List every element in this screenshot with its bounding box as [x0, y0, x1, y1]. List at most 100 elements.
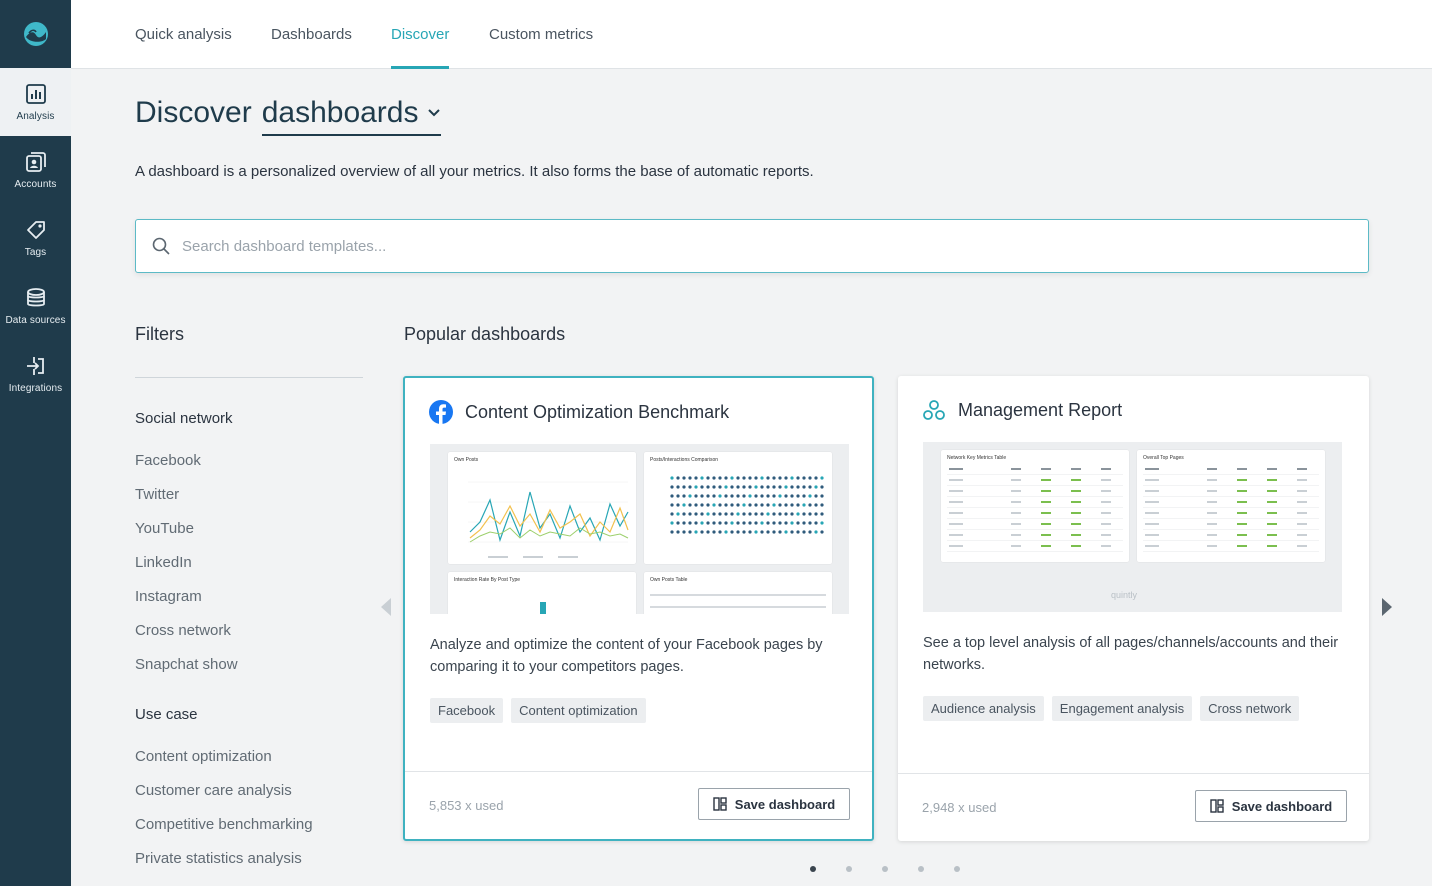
filter-twitter[interactable]: Twitter	[135, 486, 179, 503]
filter-customer-care-analysis[interactable]: Customer care analysis	[135, 782, 292, 799]
search-input[interactable]	[182, 237, 1332, 255]
sidebar-item-label: Analysis	[16, 110, 55, 122]
sidebar: Analysis Accounts Tags Data sources Inte…	[0, 0, 71, 886]
page-subtitle: A dashboard is a personalized overview o…	[135, 163, 814, 180]
filter-private-statistics-analysis[interactable]: Private statistics analysis	[135, 850, 302, 867]
integrations-icon	[26, 356, 44, 375]
card-description: See a top level analysis of all pages/ch…	[923, 635, 1339, 673]
sidebar-item-accounts[interactable]: Accounts	[0, 136, 71, 204]
dashboard-layout-icon	[1210, 799, 1224, 813]
tag-badge[interactable]: Content optimization	[511, 698, 646, 723]
tag-badge[interactable]: Facebook	[430, 698, 504, 723]
filter-facebook[interactable]: Facebook	[135, 452, 201, 469]
sidebar-item-label: Data sources	[5, 314, 66, 326]
preview-widget-title: Own Posts	[454, 457, 479, 463]
card-title: Management Report	[958, 399, 1123, 420]
preview-widget: Network Key Metrics Table	[941, 450, 1129, 562]
line-chart-thumbnail	[468, 481, 629, 558]
dashboard-card[interactable]: Management Report Network Key Metrics Ta…	[898, 376, 1369, 841]
preview-widget: Overall Top Pages	[1137, 450, 1325, 562]
usage-count: 5,853 x used	[429, 798, 504, 813]
tab-discover[interactable]: Discover	[391, 0, 450, 69]
top-nav: Quick analysis Dashboards Discover Custo…	[71, 0, 1432, 69]
search-icon	[152, 237, 170, 255]
preview-widget: Own Posts	[448, 452, 636, 564]
preview-widget: Own Posts Table	[644, 572, 832, 614]
save-button-label: Save dashboard	[1231, 798, 1333, 814]
sidebar-item-data-sources[interactable]: Data sources	[0, 272, 71, 340]
preview-widget-title: Own Posts Table	[650, 577, 688, 583]
preview-widget-title: Posts/Interactions Comparison	[650, 457, 719, 463]
card-footer: 2,948 x used Save dashboard	[898, 773, 1369, 841]
tab-quick-analysis[interactable]: Quick analysis	[135, 0, 232, 69]
filter-group-use-case: Use case	[135, 706, 198, 723]
card-footer: 5,853 x used Save dashboard	[405, 771, 872, 839]
sidebar-item-label: Tags	[24, 246, 47, 258]
database-icon	[26, 287, 45, 306]
carousel-next-icon[interactable]	[1380, 598, 1392, 616]
accounts-icon	[25, 151, 46, 172]
sidebar-item-label: Accounts	[14, 178, 57, 190]
save-button-label: Save dashboard	[734, 796, 836, 812]
title-dropdown-value: dashboards	[261, 96, 419, 129]
carousel-pagination	[810, 866, 960, 872]
sidebar-item-analysis[interactable]: Analysis	[0, 68, 71, 136]
dashboard-preview: Network Key Metrics Table Overall Top Pa…	[923, 442, 1342, 612]
tag-badge[interactable]: Cross network	[1200, 696, 1300, 721]
card-header: Management Report	[922, 398, 1122, 422]
preview-widget: Posts/Interactions Comparison	[644, 452, 832, 564]
dashboard-card[interactable]: Content Optimization Benchmark Own Posts…	[403, 376, 874, 841]
app-logo[interactable]	[0, 0, 71, 68]
bar-chart-icon	[25, 83, 46, 104]
pagination-dot[interactable]	[918, 866, 924, 872]
filter-youtube[interactable]: YouTube	[135, 520, 194, 537]
card-title: Content Optimization Benchmark	[465, 401, 730, 422]
filters-title: Filters	[135, 324, 184, 344]
page-title: Discover dashboards	[135, 96, 441, 136]
chevron-down-icon	[427, 109, 440, 117]
filter-cross-network[interactable]: Cross network	[135, 622, 231, 639]
pagination-dot[interactable]	[882, 866, 888, 872]
tag-icon	[26, 220, 45, 239]
sidebar-item-tags[interactable]: Tags	[0, 204, 71, 272]
save-dashboard-button[interactable]: Save dashboard	[698, 788, 850, 820]
filter-competitive-benchmarking[interactable]: Competitive benchmarking	[135, 816, 313, 833]
card-tags: Facebook Content optimization	[430, 698, 646, 723]
pagination-dot[interactable]	[810, 866, 816, 872]
card-description: Analyze and optimize the content of your…	[430, 637, 823, 675]
preview-watermark: quintly	[1111, 590, 1138, 600]
tag-badge[interactable]: Engagement analysis	[1051, 696, 1193, 721]
tag-badge[interactable]: Audience analysis	[923, 696, 1044, 721]
pagination-dot[interactable]	[954, 866, 960, 872]
preview-widget-title: Overall Top Pages	[1143, 455, 1184, 461]
filter-instagram[interactable]: Instagram	[135, 588, 202, 605]
tab-custom-metrics[interactable]: Custom metrics	[489, 0, 593, 69]
card-tags: Audience analysis Engagement analysis Cr…	[923, 696, 1300, 721]
popular-dashboards-title: Popular dashboards	[404, 324, 566, 344]
preview-widget-title: Network Key Metrics Table	[947, 455, 1007, 461]
save-dashboard-button[interactable]: Save dashboard	[1195, 790, 1347, 822]
network-icon	[923, 400, 945, 420]
sidebar-item-integrations[interactable]: Integrations	[0, 340, 71, 408]
preview-widget: Interaction Rate By Post Type	[448, 572, 636, 614]
logo-icon	[23, 22, 48, 46]
filter-group-social-network: Social network	[135, 410, 233, 427]
dashboard-layout-icon	[713, 797, 727, 811]
filter-linkedin[interactable]: LinkedIn	[135, 554, 192, 571]
preview-widget-title: Interaction Rate By Post Type	[454, 577, 521, 583]
table-thumbnail	[947, 468, 1123, 552]
carousel-prev-icon[interactable]	[381, 598, 393, 616]
table-thumbnail	[1143, 468, 1319, 552]
title-type-dropdown[interactable]: dashboards	[261, 96, 441, 136]
dot-matrix-thumbnail	[670, 476, 824, 534]
dashboard-preview: Own Posts Posts/Interactions Comparison …	[430, 444, 849, 614]
filter-content-optimization[interactable]: Content optimization	[135, 748, 272, 765]
tab-dashboards[interactable]: Dashboards	[271, 0, 352, 69]
card-header: Content Optimization Benchmark	[429, 400, 729, 424]
pagination-dot[interactable]	[846, 866, 852, 872]
usage-count: 2,948 x used	[922, 800, 997, 815]
search-box[interactable]	[135, 219, 1369, 273]
facebook-icon	[429, 400, 453, 424]
filter-snapchat-show[interactable]: Snapchat show	[135, 656, 238, 673]
sidebar-item-label: Integrations	[8, 382, 63, 394]
